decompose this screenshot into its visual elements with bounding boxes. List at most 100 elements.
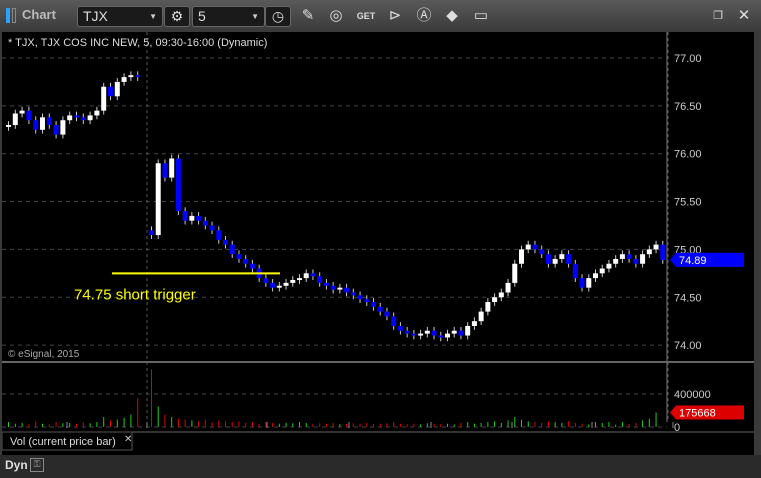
volume-label: Vol (current price bar): [10, 436, 116, 448]
candle-body: [128, 75, 134, 78]
candle-body: [418, 333, 424, 336]
interval-input[interactable]: 5 ▼: [192, 6, 265, 27]
candle-body: [586, 278, 592, 288]
candle-body: [371, 302, 376, 307]
alert-icon[interactable]: Ⓐ: [414, 6, 434, 26]
candle-body: [471, 321, 477, 326]
candle-body: [169, 158, 175, 178]
volume-tick-label: 0: [674, 422, 680, 434]
close-icon[interactable]: ✕: [734, 6, 754, 26]
volume-tick-label: 400000: [674, 389, 711, 401]
short-trigger-label: 74.75 short trigger: [74, 286, 196, 303]
clock-icon[interactable]: ◷: [265, 6, 291, 27]
candle-body: [249, 263, 255, 269]
candle-body: [283, 282, 289, 286]
symbol-input[interactable]: TJX ▼: [77, 6, 163, 27]
candle-body: [559, 254, 565, 259]
restore-icon[interactable]: ❐: [708, 6, 728, 26]
candle-body: [337, 287, 343, 290]
candle-body: [202, 220, 208, 226]
candle-body: [270, 282, 276, 288]
candle-body: [19, 110, 25, 114]
candle-body: [243, 258, 249, 264]
candle-body: [384, 311, 390, 317]
price-tick-label: 77.00: [674, 53, 702, 65]
candle-body: [162, 163, 168, 178]
candle-body: [310, 273, 316, 277]
candle-body: [485, 302, 491, 312]
candle-body: [391, 316, 397, 326]
settings-gear-icon[interactable]: ⚙: [164, 6, 190, 27]
candle-body: [46, 117, 52, 125]
candle-body: [330, 285, 336, 290]
link-icon[interactable]: ◆: [442, 6, 462, 26]
candle-body: [593, 273, 598, 279]
candle-body: [377, 306, 383, 312]
candle-body: [572, 263, 578, 279]
candle-body: [633, 258, 639, 264]
candle-body: [236, 254, 242, 259]
candle-body: [80, 117, 86, 121]
chevron-down-icon: ▼: [251, 12, 259, 21]
candle-body: [478, 311, 484, 322]
candle-body: [114, 81, 120, 97]
time-axis-bar: Dyn ⚿: [0, 455, 761, 478]
candle-body: [87, 115, 93, 121]
candle-body: [545, 254, 551, 264]
candle-body: [229, 244, 235, 255]
candle-body: [135, 75, 141, 78]
candle-body: [149, 230, 154, 236]
candle-body: [404, 330, 410, 334]
candle-body: [12, 113, 18, 125]
candle-body: [613, 258, 619, 264]
candle-body: [626, 254, 632, 259]
get-icon[interactable]: GET: [356, 6, 376, 26]
candle-body: [323, 282, 329, 286]
price-tick-label: 75.50: [674, 197, 702, 209]
chart-area[interactable]: 77.00 76.50 76.00 75.50 75.00 74.50 74.00 40000…: [1, 32, 754, 473]
candle-body: [431, 330, 437, 336]
candle-body: [67, 115, 73, 121]
play-icon[interactable]: ⊳: [385, 6, 405, 26]
candle-body: [465, 325, 471, 336]
candle-body: [40, 117, 45, 130]
candle-body: [357, 295, 363, 300]
dyn-mode[interactable]: Dyn: [5, 458, 28, 472]
candle-body: [552, 258, 558, 264]
candle-body: [33, 120, 39, 130]
candle-body: [438, 335, 444, 338]
candle-body: [101, 86, 107, 111]
copyright-label: © eSignal, 2015: [8, 349, 80, 360]
candle-body: [532, 244, 538, 250]
candle-body: [458, 330, 464, 336]
candle-body: [303, 273, 309, 279]
candle-body: [424, 330, 430, 334]
candle-body: [276, 285, 282, 288]
study-icon[interactable]: ◎: [326, 6, 346, 26]
candle-body: [74, 115, 79, 118]
candle-body: [653, 244, 659, 250]
candle-body: [599, 268, 605, 274]
chevron-down-icon: ▼: [149, 12, 157, 21]
candle-body: [263, 278, 269, 283]
candle-body: [94, 110, 100, 116]
price-tick-label: 74.00: [674, 340, 702, 352]
candle-body: [505, 282, 511, 293]
close-icon: ✕: [124, 434, 132, 445]
chart-legend: * TJX, TJX COS INC NEW, 5, 09:30-16:00 (…: [8, 37, 268, 49]
candle-body: [26, 110, 32, 121]
comment-icon[interactable]: ▭: [471, 6, 491, 26]
candle-body: [498, 292, 504, 298]
candle-body: [223, 239, 228, 245]
chart-svg: 77.0076.5076.0075.5075.0074.5074.0040000…: [1, 32, 754, 473]
candle-body: [525, 244, 531, 250]
price-tick-label: 74.50: [674, 292, 702, 304]
toolbar: Chart TJX ▼ ⚙ 5 ▼ ◷ ✎ ◎ GET ⊳ Ⓐ ◆ ▭ ❐ ✕: [0, 0, 761, 32]
candle-body: [660, 244, 666, 260]
lock-icon[interactable]: ⚿: [30, 458, 44, 472]
candle-body: [646, 249, 652, 255]
candle-body: [445, 333, 450, 338]
candle-body: [519, 249, 524, 264]
pencil-icon[interactable]: ✎: [298, 6, 318, 26]
window-title: Chart: [22, 7, 56, 22]
